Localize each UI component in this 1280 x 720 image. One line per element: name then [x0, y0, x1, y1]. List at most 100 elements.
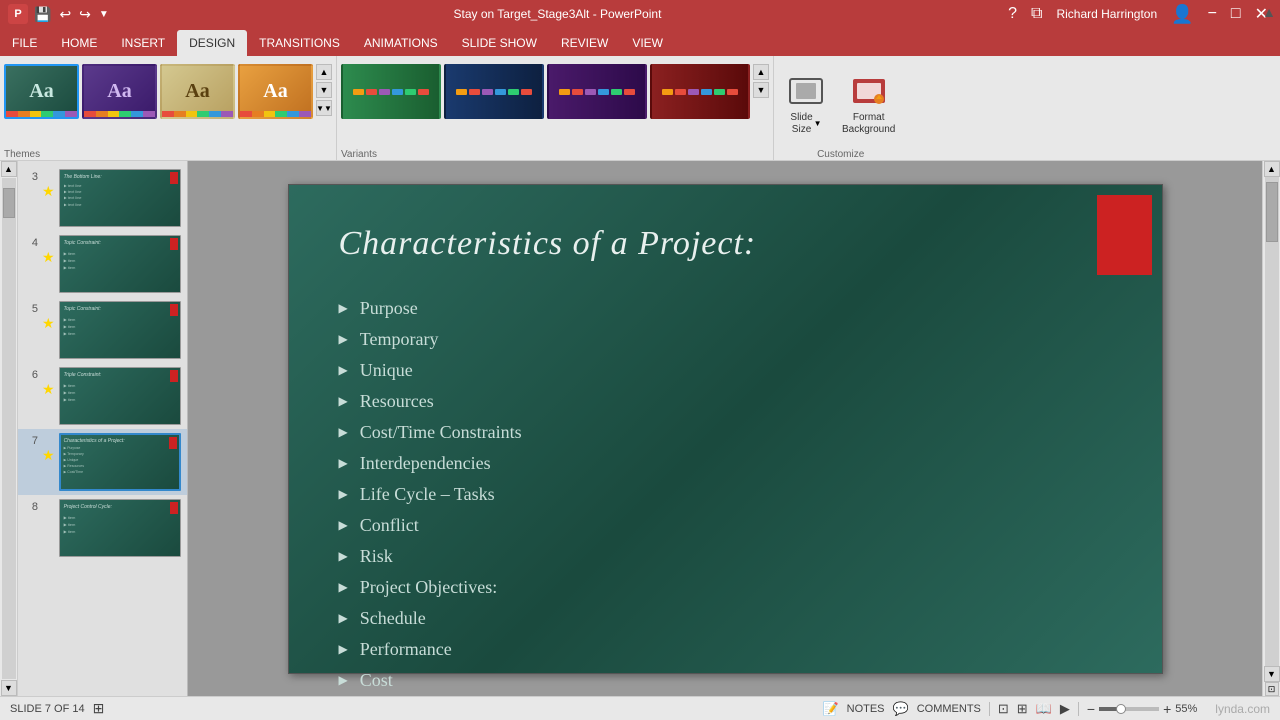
slide-display-btn[interactable]: ⊞	[93, 700, 105, 717]
themes-scroll-down[interactable]: ▼	[316, 82, 332, 98]
slide-thumb-8[interactable]: Project Control Cycle: ▶ item▶ item▶ ite…	[59, 499, 181, 557]
title-controls: ? ⧉ Richard Harrington 👤 − □ ✕	[1004, 4, 1272, 25]
canvas-scroll-down[interactable]: ▼	[1264, 666, 1280, 682]
zoom-fill	[1099, 707, 1117, 711]
slide-thumb-5[interactable]: Topic Constraint: ▶ item▶ item▶ item	[59, 301, 181, 359]
user-avatar[interactable]: 👤	[1167, 4, 1197, 25]
bullet-schedule: ▶ Schedule	[339, 603, 1112, 634]
slide-size-icon	[786, 72, 826, 110]
themes-scroll-up[interactable]: ▲	[316, 64, 332, 80]
slide-bullet-list: ▶ Purpose ▶ Temporary ▶ Unique ▶ Resourc…	[289, 283, 1162, 706]
zoom-in-btn[interactable]: +	[1163, 701, 1171, 717]
variant-2[interactable]	[444, 64, 544, 119]
bullet-resources: ▶ Resources	[339, 386, 1112, 417]
tab-file[interactable]: FILE	[0, 30, 49, 56]
themes-label: Themes	[4, 149, 332, 160]
theme-4[interactable]: Aa	[238, 64, 313, 119]
tab-insert[interactable]: INSERT	[109, 30, 177, 56]
tab-slideshow[interactable]: SLIDE SHOW	[450, 30, 549, 56]
slide-thumb-3[interactable]: The Bottom Line: ▶ text line▶ text line▶…	[59, 169, 181, 227]
bullet-performance: ▶ Performance	[339, 634, 1112, 665]
canvas-scrollbar: ▲ ▼ ⊡	[1262, 161, 1280, 696]
bullet-purpose: ▶ Purpose	[339, 293, 1112, 324]
bullet-arrow-9: ▶	[339, 549, 348, 564]
fit-page-btn[interactable]: ⊡	[1265, 682, 1279, 696]
minimize-btn[interactable]: −	[1204, 5, 1221, 23]
lynda-watermark: lynda.com	[1215, 702, 1270, 716]
title-bar: P 💾 ↩ ↪ ▼ Stay on Target_Stage3Alt - Pow…	[0, 0, 1280, 28]
variants-scroll-up[interactable]: ▲	[753, 64, 769, 80]
panel-scroll-up[interactable]: ▲	[1, 161, 17, 177]
tab-home[interactable]: HOME	[49, 30, 109, 56]
slide-info: SLIDE 7 OF 14	[10, 703, 85, 715]
variants-scroll-down[interactable]: ▼	[753, 82, 769, 98]
variant-4[interactable]	[650, 64, 750, 119]
slide-item-4[interactable]: 4 ★ Topic Constraint: ▶ item▶ item▶ item	[18, 231, 187, 297]
zoom-level: 55%	[1175, 703, 1197, 715]
themes-section: Aa Aa	[0, 56, 337, 160]
slide-item-7[interactable]: 7 ★ Characteristics of a Project: ▶ Purp…	[18, 429, 187, 495]
zoom-slider[interactable]	[1099, 707, 1159, 711]
theme-2[interactable]: Aa	[82, 64, 157, 119]
tab-design[interactable]: DESIGN	[177, 30, 247, 56]
save-quick-btn[interactable]: 💾	[32, 6, 53, 23]
variant-3[interactable]	[547, 64, 647, 119]
app-icon: P	[8, 4, 28, 24]
slide-panel: 3 ★ The Bottom Line: ▶ text line▶ text l…	[18, 161, 188, 696]
bullet-arrow-7: ▶	[339, 487, 348, 502]
maximize-btn[interactable]: □	[1227, 5, 1245, 23]
slide-size-button[interactable]: SlideSize ▼	[782, 68, 830, 140]
panel-scroll-thumb[interactable]	[3, 188, 15, 218]
slide-item-6[interactable]: 6 ★ Triple Constraint: ▶ item▶ item▶ ite…	[18, 363, 187, 429]
help-btn[interactable]: ?	[1004, 5, 1021, 23]
panel-scroll-track	[2, 178, 16, 679]
tab-animations[interactable]: ANIMATIONS	[352, 30, 450, 56]
customize-section: SlideSize ▼ FormatBackground Customize	[774, 56, 907, 160]
bullet-arrow-11: ▶	[339, 611, 348, 626]
bullet-interdependencies: ▶ Interdependencies	[339, 448, 1112, 479]
slide-size-label: SlideSize	[790, 112, 812, 136]
bullet-arrow-8: ▶	[339, 518, 348, 533]
zoom-handle[interactable]	[1116, 704, 1126, 714]
bullet-arrow-13: ▶	[339, 673, 348, 688]
status-left: SLIDE 7 OF 14 ⊞	[10, 700, 104, 717]
bullet-cost: ▶ Cost	[339, 665, 1112, 696]
canvas-scroll-up[interactable]: ▲	[1264, 161, 1280, 177]
slide-thumb-7[interactable]: Characteristics of a Project: ▶ Purpose▶…	[59, 433, 181, 491]
slide-item-5[interactable]: 5 ★ Topic Constraint: ▶ item▶ item▶ item	[18, 297, 187, 363]
theme-1[interactable]: Aa	[4, 64, 79, 119]
slide-thumb-6[interactable]: Triple Constraint: ▶ item▶ item▶ item	[59, 367, 181, 425]
ribbon-collapse[interactable]: ▲	[1262, 4, 1276, 20]
bullet-arrow-6: ▶	[339, 456, 348, 471]
more-quick-btn[interactable]: ▼	[97, 9, 111, 20]
format-background-button[interactable]: FormatBackground	[838, 68, 899, 140]
redo-btn[interactable]: ↪	[77, 6, 93, 23]
tab-view[interactable]: VIEW	[620, 30, 675, 56]
slide-thumb-4[interactable]: Topic Constraint: ▶ item▶ item▶ item	[59, 235, 181, 293]
bullet-arrow-12: ▶	[339, 642, 348, 657]
bullet-arrow-2: ▶	[339, 332, 348, 347]
panel-scroll-down[interactable]: ▼	[1, 680, 17, 696]
customize-buttons: SlideSize ▼ FormatBackground	[782, 60, 899, 147]
variants-label: Variants	[341, 149, 769, 160]
bullet-lifecycle: ▶ Life Cycle – Tasks	[339, 479, 1112, 510]
slide-item-8[interactable]: 8 ★ Project Control Cycle: ▶ item▶ item▶…	[18, 495, 187, 561]
user-label[interactable]: Richard Harrington	[1052, 7, 1161, 21]
tab-transitions[interactable]: TRANSITIONS	[247, 30, 352, 56]
tab-review[interactable]: REVIEW	[549, 30, 620, 56]
ribbon-collapse-btn[interactable]: ⧉	[1027, 5, 1046, 23]
theme-3[interactable]: Aa	[160, 64, 235, 119]
bullet-arrow-10: ▶	[339, 580, 348, 595]
bullet-temporary: ▶ Temporary	[339, 324, 1112, 355]
slide-main[interactable]: Characteristics of a Project: ▶ Purpose …	[288, 184, 1163, 674]
slide-item-3[interactable]: 3 ★ The Bottom Line: ▶ text line▶ text l…	[18, 165, 187, 231]
canvas-scroll-thumb[interactable]	[1266, 182, 1278, 242]
main-area: ▲ ▼ 3 ★ The Bottom Line: ▶ text line▶ te…	[0, 161, 1280, 696]
bullet-objectives: ▶ Project Objectives:	[339, 572, 1112, 603]
themes-more[interactable]: ▼▼	[316, 100, 332, 116]
bullet-arrow-3: ▶	[339, 363, 348, 378]
variant-1[interactable]	[341, 64, 441, 119]
undo-btn[interactable]: ↩	[57, 6, 73, 23]
bullet-conflict: ▶ Conflict	[339, 510, 1112, 541]
bullet-arrow-5: ▶	[339, 425, 348, 440]
